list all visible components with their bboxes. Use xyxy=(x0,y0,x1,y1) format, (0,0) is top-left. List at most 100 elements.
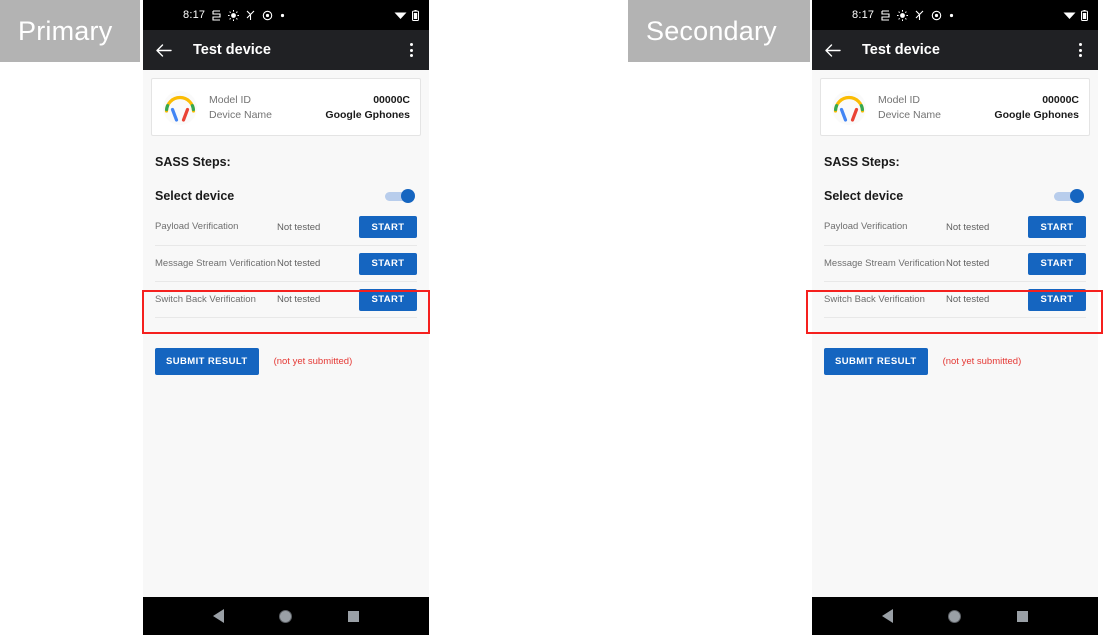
wifi-icon xyxy=(394,12,407,19)
nav-back-icon[interactable] xyxy=(881,609,893,623)
device-row-value: 00000C xyxy=(1042,93,1079,106)
select-device-toggle[interactable] xyxy=(1054,189,1084,203)
select-device-row: Select device xyxy=(824,189,1086,203)
back-arrow-icon[interactable] xyxy=(824,43,841,58)
nav-back-icon[interactable] xyxy=(212,609,224,623)
start-button[interactable]: START xyxy=(359,288,417,311)
sim-icon xyxy=(881,9,890,21)
status-bar-right xyxy=(1063,9,1088,21)
start-button[interactable]: START xyxy=(1028,252,1086,275)
step-name: Payload Verification xyxy=(155,221,239,232)
brightness-icon xyxy=(897,9,909,21)
start-button[interactable]: START xyxy=(359,252,417,275)
status-bar: 8:17 xyxy=(812,0,1098,30)
device-row-key: Device Name xyxy=(209,108,273,121)
sim-icon xyxy=(212,9,221,21)
app-bar: Test device xyxy=(143,30,429,70)
status-bar: 8:17 xyxy=(143,0,429,30)
app-bar: Test device xyxy=(812,30,1098,70)
step-status: Not tested xyxy=(277,294,321,305)
settings-gear-icon xyxy=(262,10,273,20)
device-row-key: Device Name xyxy=(878,108,942,121)
status-bar-left: 8:17 xyxy=(183,9,285,21)
battery-icon xyxy=(412,9,419,21)
submit-status-note: (not yet submitted) xyxy=(273,356,353,367)
select-device-label: Select device xyxy=(155,189,235,203)
step-status: Not tested xyxy=(277,258,321,269)
submit-result-button[interactable]: SUBMIT RESULT xyxy=(824,348,928,375)
step-status: Not tested xyxy=(946,258,990,269)
battery-icon xyxy=(1081,9,1088,21)
page-content: SASS Steps: Select device Payload Verifi… xyxy=(812,155,1098,375)
nav-recents-icon[interactable] xyxy=(1017,610,1029,622)
start-button[interactable]: START xyxy=(359,216,417,238)
start-button[interactable]: START xyxy=(1028,288,1086,311)
toggle-thumb xyxy=(401,189,415,203)
section-title-sass-steps: SASS Steps: xyxy=(824,155,900,169)
device-row-key: Model ID xyxy=(878,93,921,106)
toggle-thumb xyxy=(1070,189,1084,203)
phone-screen-primary: 8:17 Test device Model ID 00000C Device … xyxy=(143,0,429,635)
table-row: Message Stream Verification Not tested S… xyxy=(155,245,417,281)
steps-list: Payload Verification Not tested START Me… xyxy=(155,209,417,318)
device-row-model-id: Model ID 00000C xyxy=(878,92,1079,107)
wifi-icon xyxy=(1063,12,1076,19)
table-row: Payload Verification Not tested START xyxy=(824,209,1086,245)
table-row: Payload Verification Not tested START xyxy=(155,209,417,245)
role-label-secondary-text: Secondary xyxy=(646,15,777,46)
device-row-device-name: Device Name Google Gphones xyxy=(878,107,1079,122)
overflow-menu-icon[interactable] xyxy=(1075,39,1086,61)
select-device-row: Select device xyxy=(155,189,417,203)
section-title-sass-steps: SASS Steps: xyxy=(155,155,231,169)
screenshot-root: Primary Secondary 8:17 Test device Model… xyxy=(0,0,1105,635)
submit-result-button[interactable]: SUBMIT RESULT xyxy=(155,348,259,375)
settings-gear-icon xyxy=(931,10,942,20)
brightness-icon xyxy=(228,9,240,21)
dot-icon xyxy=(281,13,285,17)
status-bar-right xyxy=(394,9,419,21)
page-content: SASS Steps: Select device Payload Verifi… xyxy=(143,155,429,375)
device-row-key: Model ID xyxy=(209,93,252,106)
table-row: Switch Back Verification Not tested STAR… xyxy=(155,281,417,317)
nav-home-icon[interactable] xyxy=(279,609,293,623)
step-status: Not tested xyxy=(946,221,990,233)
android-nav-bar xyxy=(812,597,1098,635)
headphones-icon xyxy=(163,91,197,125)
submit-row: SUBMIT RESULT (not yet submitted) xyxy=(155,348,417,375)
page-title: Test device xyxy=(193,42,271,58)
step-name: Payload Verification xyxy=(824,221,908,232)
role-label-primary-text: Primary xyxy=(18,15,113,46)
back-arrow-icon[interactable] xyxy=(155,43,172,58)
bluetooth-scan-icon xyxy=(246,10,255,20)
step-status: Not tested xyxy=(277,221,321,233)
device-row-value: Google Gphones xyxy=(325,108,410,121)
device-info-rows: Model ID 00000C Device Name Google Gphon… xyxy=(878,92,1079,122)
android-nav-bar xyxy=(143,597,429,635)
step-name: Switch Back Verification xyxy=(155,293,256,305)
status-bar-left: 8:17 xyxy=(852,9,954,21)
table-row: Switch Back Verification Not tested STAR… xyxy=(824,281,1086,317)
overflow-menu-icon[interactable] xyxy=(406,39,417,61)
nav-recents-icon[interactable] xyxy=(348,610,360,622)
step-name: Switch Back Verification xyxy=(824,293,925,305)
device-info-rows: Model ID 00000C Device Name Google Gphon… xyxy=(209,92,410,122)
select-device-toggle[interactable] xyxy=(385,189,415,203)
submit-status-note: (not yet submitted) xyxy=(942,356,1022,367)
device-info-card: Model ID 00000C Device Name Google Gphon… xyxy=(151,78,421,136)
step-status: Not tested xyxy=(946,294,990,305)
steps-list: Payload Verification Not tested START Me… xyxy=(824,209,1086,318)
step-name: Message Stream Verification xyxy=(155,257,276,269)
page-title: Test device xyxy=(862,42,940,58)
device-row-value: Google Gphones xyxy=(994,108,1079,121)
bluetooth-scan-icon xyxy=(915,10,924,20)
start-button[interactable]: START xyxy=(1028,216,1086,238)
dot-icon xyxy=(950,13,954,17)
role-label-secondary: Secondary xyxy=(628,0,810,62)
headphones-icon xyxy=(832,91,866,125)
step-name: Message Stream Verification xyxy=(824,257,945,269)
device-row-model-id: Model ID 00000C xyxy=(209,92,410,107)
nav-home-icon[interactable] xyxy=(948,609,962,623)
table-row: Message Stream Verification Not tested S… xyxy=(824,245,1086,281)
phone-screen-secondary: 8:17 Test device Model ID 00000C Device … xyxy=(812,0,1098,635)
device-row-value: 00000C xyxy=(373,93,410,106)
